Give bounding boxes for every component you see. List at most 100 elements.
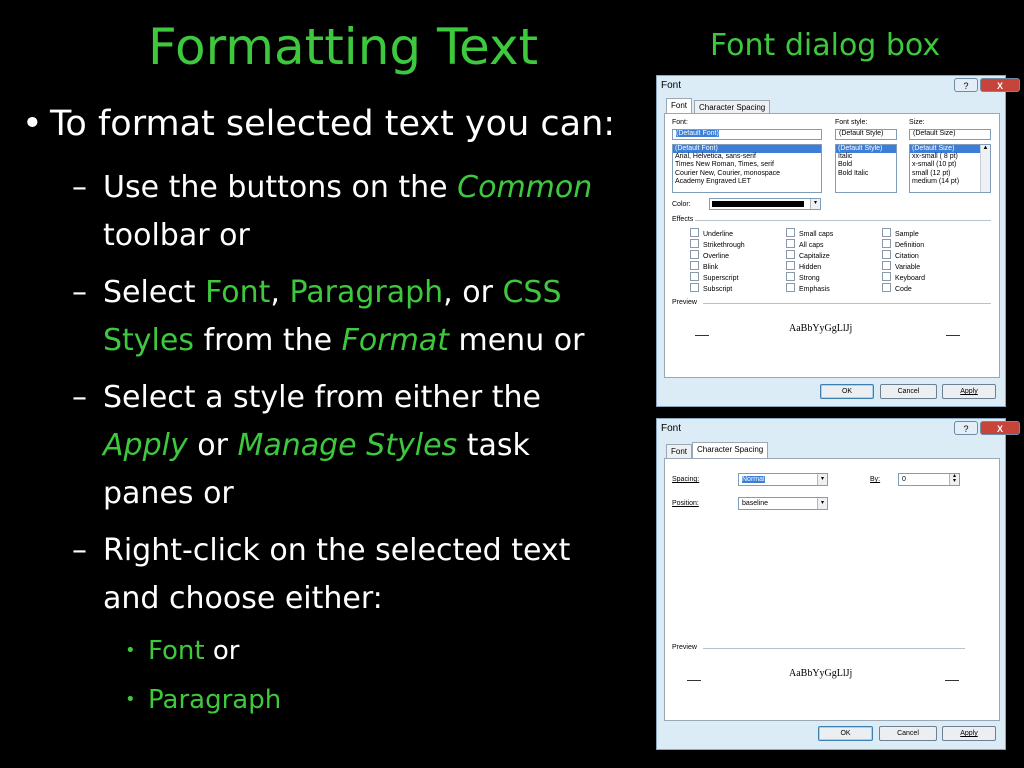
tab-character-spacing[interactable]: Character Spacing bbox=[692, 442, 769, 458]
checkbox-subscript[interactable]: Subscript bbox=[690, 283, 732, 293]
checkbox-code[interactable]: Code bbox=[882, 283, 912, 293]
chevron-down-icon[interactable]: ▾ bbox=[817, 498, 827, 509]
checkbox-box[interactable] bbox=[882, 283, 891, 292]
font-list[interactable]: (Default Font) Arial, Helvetica, sans-se… bbox=[672, 144, 822, 193]
checkbox-box[interactable] bbox=[690, 250, 699, 259]
checkbox-box[interactable] bbox=[786, 228, 795, 237]
checkbox-variable[interactable]: Variable bbox=[882, 261, 920, 271]
size-input[interactable]: (Default Size) bbox=[909, 129, 991, 140]
checkbox-label: Superscript bbox=[703, 275, 739, 282]
list-item[interactable]: x-small (10 pt) bbox=[910, 161, 990, 169]
chevron-down-icon[interactable]: ▾ bbox=[817, 474, 827, 485]
dash: – bbox=[72, 170, 87, 205]
preview-line bbox=[687, 680, 701, 681]
checkbox-box[interactable] bbox=[690, 239, 699, 248]
checkbox-small-caps[interactable]: Small caps bbox=[786, 228, 833, 238]
tab-font[interactable]: Font bbox=[666, 444, 693, 458]
position-select[interactable]: baseline ▾ bbox=[738, 497, 828, 510]
character-spacing-panel: Spacing: Normal ▾ By: 0 ▴ ▾ Position: bas… bbox=[664, 458, 1000, 721]
font-tab-panel: Font: (Default Font) (Default Font) Aria… bbox=[664, 113, 1000, 378]
list-item[interactable]: small (12 pt) bbox=[910, 170, 990, 178]
list-item[interactable]: medium (14 pt) bbox=[910, 178, 990, 186]
scrollbar[interactable]: ▲ bbox=[980, 145, 990, 192]
size-label: Size: bbox=[909, 119, 925, 126]
bullet-format-menu: – Select Font, Paragraph, or CSS Styles f… bbox=[72, 269, 643, 365]
list-item[interactable]: xx-small ( 8 pt) bbox=[910, 153, 990, 161]
close-button[interactable]: X bbox=[980, 78, 1020, 92]
size-list[interactable]: (Default Size) xx-small ( 8 pt) x-small … bbox=[909, 144, 991, 193]
checkbox-box[interactable] bbox=[690, 261, 699, 270]
checkbox-keyboard[interactable]: Keyboard bbox=[882, 272, 925, 282]
checkbox-box[interactable] bbox=[786, 250, 795, 259]
list-item[interactable]: Courier New, Courier, monospace bbox=[673, 170, 821, 178]
font-style-list[interactable]: (Default Style) Italic Bold Bold Italic bbox=[835, 144, 897, 193]
help-button[interactable]: ? bbox=[954, 421, 978, 435]
checkbox-all-caps[interactable]: All caps bbox=[786, 239, 824, 249]
checkbox-label: Citation bbox=[895, 253, 919, 260]
checkbox-capitalize[interactable]: Capitalize bbox=[786, 250, 830, 260]
ok-button[interactable]: OK bbox=[820, 384, 874, 399]
bullet-common-toolbar: – Use the buttons on the Common toolbar o… bbox=[72, 164, 643, 260]
checkbox-box[interactable] bbox=[690, 272, 699, 281]
spacing-value: Normal bbox=[742, 476, 765, 483]
checkbox-label: Strong bbox=[799, 275, 820, 282]
checkbox-box[interactable] bbox=[690, 228, 699, 237]
divider bbox=[703, 303, 991, 304]
checkbox-box[interactable] bbox=[882, 228, 891, 237]
list-item[interactable]: Arial, Helvetica, sans-serif bbox=[673, 153, 821, 161]
font-input[interactable]: (Default Font) bbox=[672, 129, 822, 140]
divider bbox=[703, 648, 965, 649]
list-item[interactable]: Academy Engraved LET bbox=[673, 178, 821, 186]
text: toolbar or bbox=[103, 218, 250, 253]
checkbox-underline[interactable]: Underline bbox=[690, 228, 733, 238]
checkbox-sample[interactable]: Sample bbox=[882, 228, 919, 238]
apply-button[interactable]: Apply bbox=[942, 384, 996, 399]
checkbox-strikethrough[interactable]: Strikethrough bbox=[690, 239, 745, 249]
close-button[interactable]: X bbox=[980, 421, 1020, 435]
checkbox-superscript[interactable]: Superscript bbox=[690, 272, 738, 282]
spacing-label: Spacing: bbox=[672, 476, 699, 483]
checkbox-emphasis[interactable]: Emphasis bbox=[786, 283, 830, 293]
checkbox-definition[interactable]: Definition bbox=[882, 239, 924, 249]
list-item[interactable]: (Default Style) bbox=[836, 145, 896, 154]
checkbox-hidden[interactable]: Hidden bbox=[786, 261, 821, 271]
checkbox-citation[interactable]: Citation bbox=[882, 250, 919, 260]
tab-font[interactable]: Font bbox=[666, 98, 693, 114]
cancel-button[interactable]: Cancel bbox=[879, 726, 937, 741]
stepper-arrows-icon[interactable]: ▴ ▾ bbox=[949, 474, 959, 485]
apply-label: Apply bbox=[960, 388, 978, 395]
help-button[interactable]: ? bbox=[954, 78, 978, 92]
cancel-button[interactable]: Cancel bbox=[880, 384, 937, 399]
spacing-select[interactable]: Normal ▾ bbox=[738, 473, 828, 486]
checkbox-overline[interactable]: Overline bbox=[690, 250, 729, 260]
list-item[interactable]: Bold bbox=[836, 161, 896, 169]
checkbox-blink[interactable]: Blink bbox=[690, 261, 718, 271]
preview-text: AaBbYyGgLlJj bbox=[789, 668, 853, 679]
checkbox-box[interactable] bbox=[786, 283, 795, 292]
checkbox-box[interactable] bbox=[786, 239, 795, 248]
effects-label: Effects bbox=[672, 216, 694, 223]
checkbox-box[interactable] bbox=[690, 283, 699, 292]
checkbox-box[interactable] bbox=[882, 250, 891, 259]
checkbox-box[interactable] bbox=[882, 261, 891, 270]
checkbox-box[interactable] bbox=[882, 272, 891, 281]
tab-character-spacing[interactable]: Character Spacing bbox=[694, 100, 771, 114]
apply-button[interactable]: Apply bbox=[942, 726, 996, 741]
list-item[interactable]: (Default Font) bbox=[673, 145, 821, 154]
text: or bbox=[187, 428, 238, 463]
checkbox-box[interactable] bbox=[786, 261, 795, 270]
subbullet-font: • Font or bbox=[125, 636, 239, 666]
checkbox-box[interactable] bbox=[786, 272, 795, 281]
list-item[interactable]: Italic bbox=[836, 153, 896, 161]
checkbox-label: All caps bbox=[799, 242, 824, 249]
ok-button[interactable]: OK bbox=[818, 726, 873, 741]
checkbox-box[interactable] bbox=[882, 239, 891, 248]
color-select[interactable]: ▾ bbox=[709, 198, 821, 210]
list-item[interactable]: Bold Italic bbox=[836, 170, 896, 178]
checkbox-strong[interactable]: Strong bbox=[786, 272, 820, 282]
font-style-input[interactable]: (Default Style) bbox=[835, 129, 897, 140]
by-stepper[interactable]: 0 ▴ ▾ bbox=[898, 473, 960, 486]
list-item[interactable]: (Default Size) bbox=[910, 145, 990, 154]
chevron-down-icon[interactable]: ▾ bbox=[810, 199, 820, 209]
list-item[interactable]: Times New Roman, Times, serif bbox=[673, 161, 821, 169]
